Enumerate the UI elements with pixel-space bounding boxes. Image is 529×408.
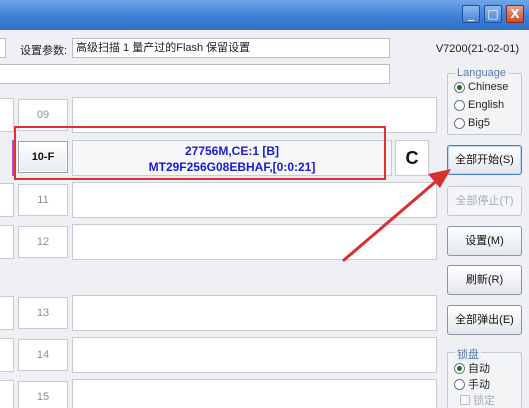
radio-selected-icon	[454, 362, 465, 374]
highlight-box	[14, 126, 386, 180]
lock-option-auto[interactable]: 自动	[454, 360, 490, 376]
close-button[interactable]: X	[506, 5, 524, 23]
radio-icon	[454, 99, 465, 111]
slot-number-13[interactable]: 13	[18, 297, 68, 329]
slot-number-12[interactable]: 12	[18, 226, 68, 258]
language-option-label: Big5	[468, 117, 491, 129]
checkbox-icon	[460, 395, 470, 405]
row-edge	[0, 183, 14, 217]
params-field: 高级扫描 1 量产过的Flash 保留设置	[72, 38, 390, 58]
minimize-button[interactable]: _	[462, 5, 480, 23]
slot-info-14	[72, 337, 437, 373]
language-option-english[interactable]: English	[454, 99, 504, 111]
maximize-button[interactable]: □	[484, 5, 502, 23]
lock-option-manual[interactable]: 手动	[454, 376, 490, 392]
radio-selected-icon	[454, 81, 465, 93]
row-edge	[0, 296, 14, 330]
stop-all-button[interactable]: 全部停止(T)	[447, 186, 522, 216]
params-label: 设置参数:	[20, 45, 68, 57]
lock-checkbox-label: 锁定	[473, 395, 495, 407]
slot-status-10: C	[395, 140, 429, 176]
language-option-big5[interactable]: Big5	[454, 117, 490, 129]
refresh-button[interactable]: 刷新(R)	[447, 265, 522, 295]
row-edge	[0, 98, 14, 132]
radio-icon	[454, 117, 465, 129]
row-edge	[0, 225, 14, 259]
language-option-label: English	[468, 99, 505, 111]
slot-info-13	[72, 295, 437, 331]
lock-option-label: 自动	[468, 363, 490, 375]
settings-button[interactable]: 设置(M)	[447, 226, 522, 256]
slot-info-12	[72, 224, 437, 260]
language-option-chinese[interactable]: Chinese	[454, 81, 508, 93]
language-option-label: Chinese	[468, 81, 509, 93]
slot-number-14[interactable]: 14	[18, 339, 68, 371]
language-title: Language	[455, 67, 508, 79]
lock-option-label: 手动	[468, 379, 490, 391]
slot-number-11[interactable]: 11	[18, 184, 68, 216]
version-label: V7200(21-02-01)	[435, 43, 519, 55]
left-edge-field	[0, 38, 6, 58]
eject-all-button[interactable]: 全部弹出(E)	[447, 305, 522, 335]
language-group: Language Chinese English Big5	[447, 67, 522, 135]
slot-info-15	[72, 379, 437, 408]
lock-disk-group: 锁盘 自动 手动 锁定	[447, 346, 522, 408]
radio-icon	[454, 378, 465, 390]
title-bar: _ □ X	[0, 0, 529, 30]
row-edge	[0, 380, 14, 408]
slot-info-11	[72, 182, 437, 218]
slot-number-15[interactable]: 15	[18, 381, 68, 408]
progress-field	[0, 64, 390, 84]
start-all-button[interactable]: 全部开始(S)	[447, 145, 522, 175]
lock-checkbox[interactable]: 锁定	[460, 392, 495, 408]
row-edge	[0, 338, 14, 372]
